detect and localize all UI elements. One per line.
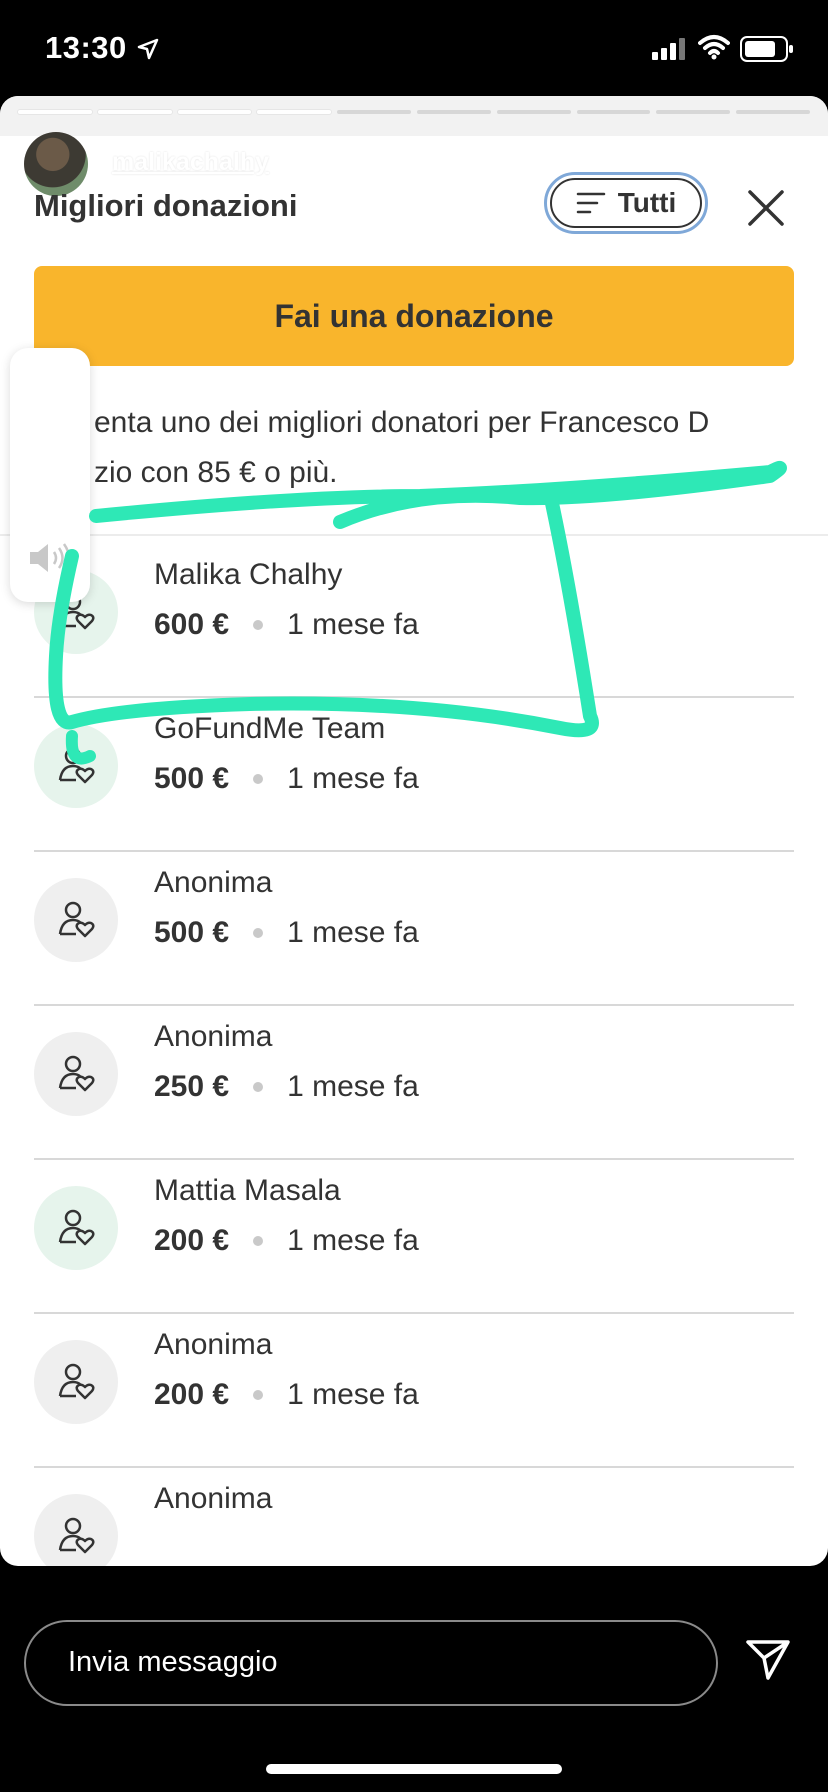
donor-name: Anonima <box>154 1482 273 1515</box>
user-heart-icon <box>58 1209 95 1246</box>
donor-name: Malika Chalhy <box>154 558 343 591</box>
panel-title: Migliori donazioni <box>34 188 298 223</box>
user-heart-icon <box>58 1055 95 1092</box>
separator-dot <box>253 1236 264 1246</box>
filter-button[interactable]: Tutti <box>544 172 708 234</box>
panel-close-icon[interactable] <box>746 188 786 228</box>
donor-amount: 500 € <box>154 916 230 949</box>
donor-row[interactable]: Malika Chalhy 600 € 1 mese fa <box>34 542 794 698</box>
wifi-icon <box>698 35 730 60</box>
story-card[interactable]: malikachalhy 1h ••• Migliori donazioni T… <box>0 96 828 1566</box>
donor-time: 1 mese fa <box>287 1378 419 1411</box>
donor-row[interactable]: Anonima <box>34 1466 794 1566</box>
donor-name: Anonima <box>154 1020 273 1053</box>
donor-avatar <box>34 724 118 808</box>
filter-label: Tutti <box>617 187 677 218</box>
story-close-icon[interactable] <box>766 140 812 186</box>
story-timestamp: 1h <box>306 150 332 176</box>
story-progress-segment <box>18 110 92 114</box>
story-progress-segment <box>337 110 411 114</box>
volume-panel[interactable] <box>10 348 90 602</box>
donor-time: 1 mese fa <box>287 762 419 795</box>
donor-amount: 600 € <box>154 608 230 641</box>
donor-row[interactable]: GoFundMe Team 500 € 1 mese fa <box>34 696 794 852</box>
user-heart-icon <box>58 747 95 784</box>
donor-avatar <box>34 1032 118 1116</box>
donor-time: 1 mese fa <box>287 1224 419 1257</box>
donor-time: 1 mese fa <box>287 608 419 641</box>
donor-name: Mattia Masala <box>154 1174 341 1207</box>
story-progress-bar <box>18 110 810 114</box>
separator-dot <box>253 1082 264 1092</box>
donor-name: Anonima <box>154 1328 273 1361</box>
donor-avatar <box>34 1494 118 1566</box>
donor-name: Anonima <box>154 866 273 899</box>
user-heart-icon <box>58 1363 95 1400</box>
section-divider <box>0 534 828 536</box>
top-donor-info-line1: enta uno dei migliori donatori per Franc… <box>94 406 710 439</box>
message-input[interactable]: Invia messaggio <box>24 1620 718 1706</box>
separator-dot <box>253 928 264 938</box>
donor-meta: 200 € 1 mese fa <box>154 1224 419 1258</box>
user-heart-icon <box>58 901 95 938</box>
speaker-volume-icon <box>30 543 71 573</box>
cellular-signal-icon <box>652 38 685 60</box>
separator-dot <box>253 1390 264 1400</box>
story-username[interactable]: malikachalhy <box>112 148 269 177</box>
battery-icon <box>740 36 793 62</box>
donor-avatar <box>34 1186 118 1270</box>
story-progress-segment <box>177 110 252 114</box>
top-donor-info-line2: zio con 85 € o più. <box>94 456 338 489</box>
donor-meta: 200 € 1 mese fa <box>154 1378 419 1412</box>
donor-row[interactable]: Mattia Masala 200 € 1 mese fa <box>34 1158 794 1314</box>
donate-button[interactable]: Fai una donazione <box>34 266 794 366</box>
donor-meta: 600 € 1 mese fa <box>154 608 419 642</box>
story-more-options-icon[interactable]: ••• <box>690 144 728 174</box>
separator-dot <box>253 620 264 630</box>
story-progress-segment <box>736 110 810 114</box>
story-progress-segment <box>576 110 651 114</box>
donor-row[interactable]: Anonima 250 € 1 mese fa <box>34 1004 794 1160</box>
home-indicator <box>266 1764 562 1774</box>
user-heart-icon <box>58 1517 95 1554</box>
donor-avatar <box>34 1340 118 1424</box>
donor-amount: 250 € <box>154 1070 230 1103</box>
donor-meta: 500 € 1 mese fa <box>154 916 419 950</box>
filter-lines-icon <box>576 192 605 214</box>
story-user-avatar[interactable] <box>24 132 88 196</box>
donor-time: 1 mese fa <box>287 916 419 949</box>
send-icon[interactable] <box>744 1638 792 1682</box>
donor-name: GoFundMe Team <box>154 712 386 745</box>
story-progress-segment <box>496 110 571 114</box>
donor-meta: 500 € 1 mese fa <box>154 762 419 796</box>
donor-time: 1 mese fa <box>287 1070 419 1103</box>
story-progress-segment <box>97 110 172 114</box>
donor-row[interactable]: Anonima 500 € 1 mese fa <box>34 850 794 1006</box>
status-bar: 13:30 <box>0 0 828 96</box>
donor-row[interactable]: Anonima 200 € 1 mese fa <box>34 1312 794 1468</box>
location-arrow-icon <box>137 38 159 60</box>
message-placeholder: Invia messaggio <box>68 1646 278 1678</box>
clock-time: 13:30 <box>45 30 127 65</box>
donor-avatar <box>34 878 118 962</box>
donor-meta: 250 € 1 mese fa <box>154 1070 419 1104</box>
top-donor-info: enta uno dei migliori donatori per Franc… <box>94 398 804 498</box>
story-progress-segment <box>416 110 491 114</box>
separator-dot <box>253 774 264 784</box>
donor-amount: 500 € <box>154 762 230 795</box>
donor-amount: 200 € <box>154 1378 230 1411</box>
story-progress-segment <box>656 110 731 114</box>
story-progress-segment <box>257 110 332 114</box>
donor-amount: 200 € <box>154 1224 230 1257</box>
story-top-strip <box>0 96 828 136</box>
